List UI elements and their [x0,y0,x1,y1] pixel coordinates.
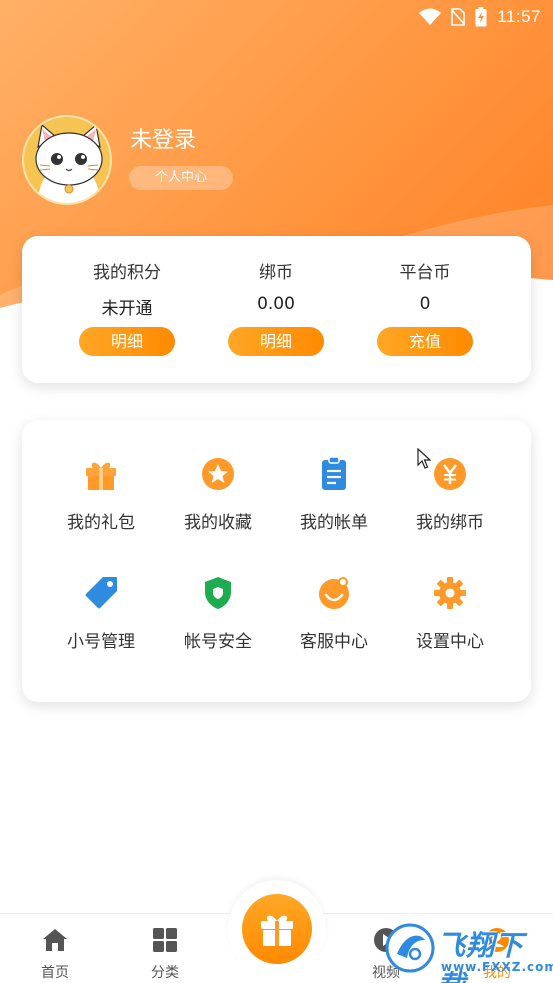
battery-charging-icon [475,7,487,27]
watermark: 飞翔下载 www.FXXZ.com [385,918,553,983]
watermark-logo-icon [385,923,435,973]
tab-label: 首页 [41,965,69,981]
menu-item-gift[interactable]: 我的礼包 [43,456,159,536]
menu-label: 帐号安全 [184,632,252,652]
menu-item-bill[interactable]: 我的帐单 [276,456,392,536]
points-label: 我的积分 [93,263,161,283]
menu-label: 我的收藏 [184,513,252,533]
center-gift-circle [242,894,312,964]
yen-coin-icon [434,458,466,490]
platform-coin-label: 平台币 [399,263,451,283]
tab-label: 分类 [151,965,179,981]
cat-avatar-icon [35,123,103,203]
menu-label: 我的帐单 [300,513,368,533]
smile-icon [319,577,349,609]
user-name[interactable]: 未登录 [130,122,196,154]
menu-label: 我的绑币 [416,513,484,533]
menu-label: 我的礼包 [67,513,135,533]
menu-item-favorites[interactable]: 我的收藏 [160,456,276,536]
bound-coin-detail-button[interactable]: 明细 [228,327,324,356]
tab-home[interactable]: 首页 [0,914,110,983]
menu-item-customer-service[interactable]: 客服中心 [276,575,392,655]
bound-coin-label: 绑币 [259,263,293,283]
menu-card: 我的礼包 我的收藏 我的帐单 我的绑币 小号管理 帐号安全 客服中心 设置中心 [22,420,531,702]
points-detail-button[interactable]: 明细 [79,327,175,356]
grid-icon [153,928,177,952]
status-time: 11:57 [497,7,541,26]
recharge-button[interactable]: 充值 [377,327,473,356]
personal-center-button[interactable]: 个人中心 [129,166,233,190]
points-card: 我的积分 未开通 明细 绑币 0.00 明细 平台币 0 充值 [22,236,531,383]
shield-icon [205,577,231,609]
menu-item-settings[interactable]: 设置中心 [392,575,508,655]
gear-icon [434,577,466,609]
points-value: 未开通 [101,299,153,319]
status-bar: 11:57 [0,0,553,34]
tag-icon [85,577,117,609]
menu-item-bound-coin[interactable]: 我的绑币 [392,456,508,536]
gift-icon [261,915,293,946]
watermark-title: 飞翔下载 [437,929,525,983]
tab-category[interactable]: 分类 [110,914,220,983]
menu-item-account-security[interactable]: 帐号安全 [160,575,276,655]
center-gift-button[interactable] [228,880,326,978]
menu-item-sub-account[interactable]: 小号管理 [43,575,159,655]
menu-label: 客服中心 [300,632,368,652]
bound-coin-value: 0.00 [257,294,295,314]
star-icon [202,458,234,490]
mouse-cursor-icon [417,448,431,469]
menu-label: 小号管理 [67,632,135,652]
watermark-url: www.FXXZ.com [441,960,553,974]
gift-icon [86,462,116,490]
bill-icon [322,456,346,490]
wifi-icon [419,8,442,25]
home-icon [43,929,67,951]
avatar[interactable] [22,115,112,205]
platform-coin-value: 0 [419,294,431,314]
menu-label: 设置中心 [416,632,484,652]
no-sim-icon [451,8,466,26]
